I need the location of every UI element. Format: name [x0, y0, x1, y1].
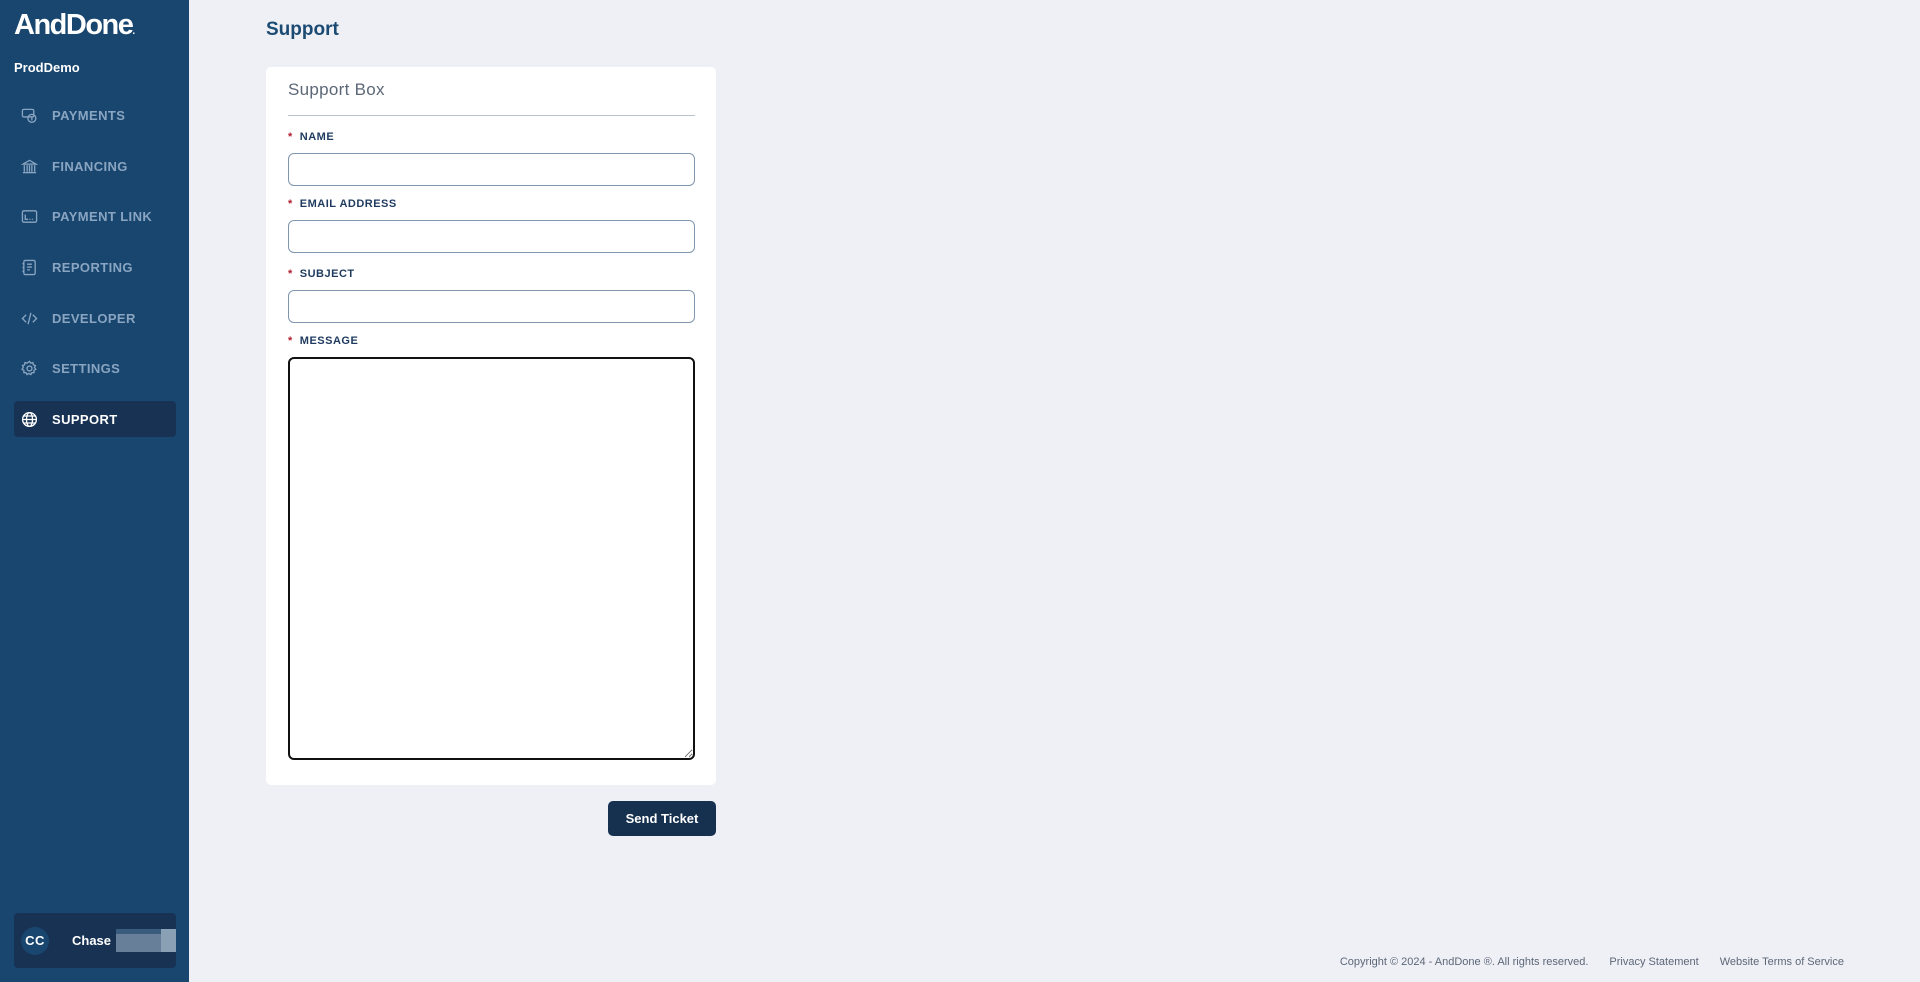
- payment-link-icon: [20, 207, 38, 225]
- message-label-text: MESSAGE: [299, 335, 359, 347]
- support-form-card: Support Box * NAME * EMAIL ADDRESS * SUBJEC…: [266, 67, 716, 785]
- required-marker: *: [288, 335, 293, 347]
- sidebar-item-payment-link[interactable]: PAYMENT LINK: [14, 198, 176, 234]
- sidebar-item-financing[interactable]: FINANCING: [14, 148, 176, 184]
- sidebar-item-payments[interactable]: PAYMENTS: [14, 97, 176, 133]
- sidebar-item-reporting[interactable]: REPORTING: [14, 249, 176, 285]
- required-marker: *: [288, 198, 293, 210]
- message-textarea[interactable]: [288, 357, 695, 760]
- sidebar-item-label: REPORTING: [52, 259, 133, 275]
- avatar: CC: [21, 926, 49, 955]
- bank-icon: [20, 157, 38, 175]
- user-name: Chase: [71, 933, 112, 948]
- sidebar-item-settings[interactable]: SETTINGS: [14, 350, 176, 386]
- copyright-text: Copyright © 2024 - AndDone ®. All rights…: [1339, 956, 1589, 968]
- subject-label-text: SUBJECT: [299, 268, 355, 280]
- logo-mark: .: [132, 26, 136, 37]
- sidebar-item-label: PAYMENTS: [52, 107, 126, 123]
- user-profile[interactable]: CC Chase: [14, 913, 176, 968]
- sidebar-item-label: SUPPORT: [52, 411, 118, 427]
- footer: Copyright © 2024 - AndDone ®. All rights…: [1340, 956, 1844, 968]
- sidebar-item-support[interactable]: SUPPORT: [14, 401, 176, 437]
- name-label: * NAME: [288, 131, 334, 143]
- send-ticket-button[interactable]: Send Ticket: [608, 801, 716, 836]
- redacted-last-name: [116, 929, 176, 952]
- payments-icon: [20, 106, 38, 124]
- card-title: Support Box: [288, 80, 385, 99]
- sidebar-item-developer[interactable]: DEVELOPER: [14, 300, 176, 336]
- name-label-text: NAME: [299, 131, 335, 143]
- page-title: Support: [266, 19, 339, 40]
- email-label-text: EMAIL ADDRESS: [299, 198, 397, 210]
- email-label: * EMAIL ADDRESS: [288, 198, 397, 210]
- globe-icon: [20, 410, 38, 428]
- logo-text: AndDone: [14, 9, 134, 41]
- sidebar-item-label: PAYMENT LINK: [52, 208, 153, 224]
- sidebar-item-label: SETTINGS: [52, 360, 121, 376]
- organization-name: ProdDemo: [14, 60, 80, 75]
- terms-of-service-link[interactable]: Website Terms of Service: [1720, 956, 1844, 968]
- gear-icon: [20, 359, 38, 377]
- sidebar-item-label: DEVELOPER: [52, 310, 136, 326]
- anddone-logo[interactable]: AndDone.: [14, 9, 135, 42]
- sidebar: AndDone. ProdDemo PAYMENTS FINANCING PAY…: [0, 0, 189, 982]
- privacy-statement-link[interactable]: Privacy Statement: [1609, 956, 1698, 968]
- message-label: * MESSAGE: [288, 335, 358, 347]
- code-icon: [20, 309, 38, 327]
- divider: [288, 115, 695, 116]
- subject-input[interactable]: [288, 290, 695, 323]
- required-marker: *: [288, 131, 293, 143]
- report-icon: [20, 258, 38, 276]
- name-input[interactable]: [288, 153, 695, 186]
- subject-label: * SUBJECT: [288, 268, 355, 280]
- sidebar-item-label: FINANCING: [52, 158, 128, 174]
- required-marker: *: [288, 268, 293, 280]
- email-input[interactable]: [288, 220, 695, 253]
